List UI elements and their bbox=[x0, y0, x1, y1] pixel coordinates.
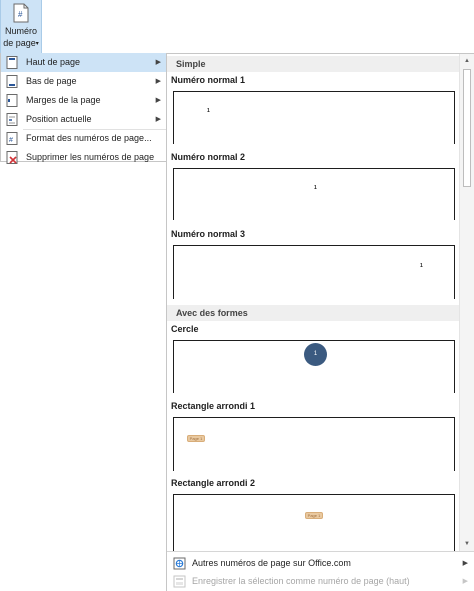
menu-item-label: Bas de page bbox=[26, 76, 77, 86]
remove-page-number-icon bbox=[6, 151, 18, 164]
menu-item-label: Format des numéros de page... bbox=[26, 133, 152, 143]
more-page-numbers-label: Autres numéros de page sur Office.com bbox=[192, 558, 351, 568]
gallery-item-title: Numéro normal 2 bbox=[171, 152, 246, 162]
format-page-number-icon: # bbox=[6, 132, 18, 145]
page-number-gallery: Simple Numéro normal 1 1 Numéro normal 2… bbox=[166, 53, 474, 591]
gallery-scrollbar[interactable]: ▲ ▼ bbox=[459, 54, 474, 551]
gallery-item-plain-number-2[interactable]: 1 bbox=[173, 168, 455, 220]
current-position-icon bbox=[6, 113, 18, 126]
gallery-item-title: Cercle bbox=[171, 324, 199, 334]
gallery-item-plain-number-3[interactable]: 1 bbox=[173, 245, 455, 299]
menu-item-current-position[interactable]: Position actuelle ▶ bbox=[1, 110, 167, 129]
menu-item-label: Supprimer les numéros de page bbox=[26, 152, 155, 162]
gallery-item-title: Rectangle arrondi 1 bbox=[171, 401, 256, 411]
menu-item-remove-page-numbers[interactable]: Supprimer les numéros de page bbox=[1, 148, 167, 167]
gallery-item-plain-number-1[interactable]: 1 bbox=[173, 91, 455, 144]
scroll-down-icon[interactable]: ▼ bbox=[460, 537, 474, 551]
section-header-shapes: Avec des formes bbox=[167, 305, 459, 321]
submenu-arrow-icon: ▶ bbox=[155, 78, 161, 85]
more-page-numbers-office-button[interactable]: Autres numéros de page sur Office.com ▶ bbox=[167, 554, 474, 573]
gallery-item-rounded-rect-2[interactable]: Page 1 bbox=[173, 494, 455, 551]
submenu-arrow-icon: ▶ bbox=[462, 578, 468, 585]
page-number-preview: 1 bbox=[420, 263, 423, 269]
dropdown-caret-icon: ▾ bbox=[35, 41, 39, 47]
menu-item-top-of-page[interactable]: Haut de page ▶ bbox=[1, 53, 167, 72]
page-number-preview: 1 bbox=[314, 185, 317, 191]
menu-item-label: Haut de page bbox=[26, 57, 81, 67]
page-number-button-label: Numéro bbox=[4, 26, 37, 36]
page-number-button[interactable]: # Numéro de page▾ bbox=[0, 0, 42, 54]
page-footer-icon bbox=[6, 75, 18, 88]
gallery-item-title: Numéro normal 3 bbox=[171, 229, 246, 239]
save-selection-icon bbox=[173, 575, 186, 588]
menu-item-label: Marges de la page bbox=[26, 95, 101, 105]
menu-item-label: Position actuelle bbox=[26, 114, 92, 124]
submenu-arrow-icon: ▶ bbox=[155, 116, 161, 123]
section-header-simple: Simple bbox=[167, 56, 459, 72]
menu-item-format-page-numbers[interactable]: # Format des numéros de page... bbox=[1, 129, 167, 148]
page-number-icon: # bbox=[13, 3, 29, 23]
rounded-rect-page-number-preview: Page 1 bbox=[187, 435, 205, 442]
page-number-preview: 1 bbox=[207, 108, 210, 114]
svg-text:#: # bbox=[18, 10, 23, 19]
svg-text:#: # bbox=[9, 137, 13, 144]
menu-item-bottom-of-page[interactable]: Bas de page ▶ bbox=[1, 72, 167, 91]
page-number-button-label-2: de page bbox=[3, 38, 36, 48]
circle-page-number-preview: 1 bbox=[304, 343, 327, 366]
menu-item-page-margins[interactable]: Marges de la page ▶ bbox=[1, 91, 167, 110]
submenu-arrow-icon: ▶ bbox=[155, 97, 161, 104]
gallery-item-title: Rectangle arrondi 2 bbox=[171, 478, 256, 488]
page-margins-icon bbox=[6, 94, 18, 107]
gallery-item-title: Numéro normal 1 bbox=[171, 75, 246, 85]
office-com-icon bbox=[173, 557, 186, 570]
save-selection-label: Enregistrer la sélection comme numéro de… bbox=[192, 576, 410, 586]
bottom-separator bbox=[167, 551, 474, 552]
gallery-item-rounded-rect-1[interactable]: Page 1 bbox=[173, 417, 455, 471]
scroll-up-icon[interactable]: ▲ bbox=[460, 54, 474, 68]
scrollbar-thumb[interactable] bbox=[463, 69, 471, 187]
gallery-scroll-area[interactable]: Simple Numéro normal 1 1 Numéro normal 2… bbox=[167, 54, 459, 551]
rounded-rect-page-number-preview: Page 1 bbox=[305, 512, 323, 519]
gallery-item-circle[interactable]: 1 bbox=[173, 340, 455, 393]
page-header-icon bbox=[6, 56, 18, 69]
page-number-menu: Haut de page ▶ Bas de page ▶ Marges de l… bbox=[0, 53, 167, 164]
submenu-arrow-icon: ▶ bbox=[462, 560, 468, 567]
save-selection-as-page-number-button[interactable]: Enregistrer la sélection comme numéro de… bbox=[167, 572, 474, 591]
submenu-arrow-icon: ▶ bbox=[155, 59, 161, 66]
